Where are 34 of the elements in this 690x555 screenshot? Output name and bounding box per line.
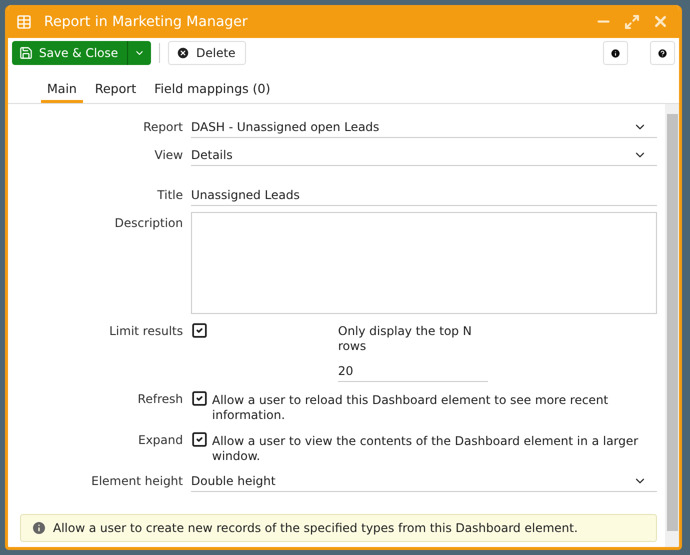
dropdown-field[interactable]: DASH - Unassigned open Leads [191, 116, 657, 138]
tab[interactable]: Report [88, 76, 142, 103]
dropdown-field[interactable]: Double height [191, 470, 657, 492]
field-label: Refresh [136, 391, 183, 406]
delete-button[interactable]: Delete [168, 41, 246, 65]
field-label: View [154, 147, 183, 162]
input-field[interactable]: 20 [338, 360, 488, 382]
field-label: Only display the top N rows [338, 323, 473, 354]
checkbox-description: Allow a user to reload this Dashboard element to see more recent information. [212, 392, 610, 423]
scrollbar[interactable] [665, 104, 679, 547]
window-title: Report in Marketing Manager [44, 14, 249, 30]
tab[interactable]: Field mappings (0) [148, 76, 276, 103]
field-label: Expand [137, 432, 183, 447]
help-button[interactable] [650, 41, 675, 65]
field-label: Report [142, 119, 183, 134]
save-close-button[interactable]: Save & Close [12, 41, 128, 65]
field-label: Description [114, 215, 183, 230]
tab[interactable]: Main [41, 76, 83, 103]
field-label: Title [156, 187, 183, 202]
save-icon [19, 46, 33, 60]
checkbox-description: Allow a user to view the contents of the Dashboard element in a larger window. [212, 433, 640, 464]
checkbox[interactable] [191, 322, 208, 339]
input-field[interactable]: Unassigned Leads [191, 184, 657, 206]
close-circle-icon [176, 46, 190, 60]
field-label: Limit results [108, 323, 183, 338]
dropdown-field[interactable]: Details [191, 144, 657, 166]
checkbox[interactable] [191, 431, 208, 448]
info-icon [31, 520, 47, 536]
checkbox[interactable] [191, 390, 208, 407]
info-notice: Allow a user to create new records of the specified types from this Dashboard element. [20, 514, 657, 542]
table-icon [16, 14, 32, 30]
info-button[interactable] [603, 41, 628, 65]
dropdown-button[interactable] [127, 41, 152, 65]
field-label: Element height [90, 473, 183, 488]
